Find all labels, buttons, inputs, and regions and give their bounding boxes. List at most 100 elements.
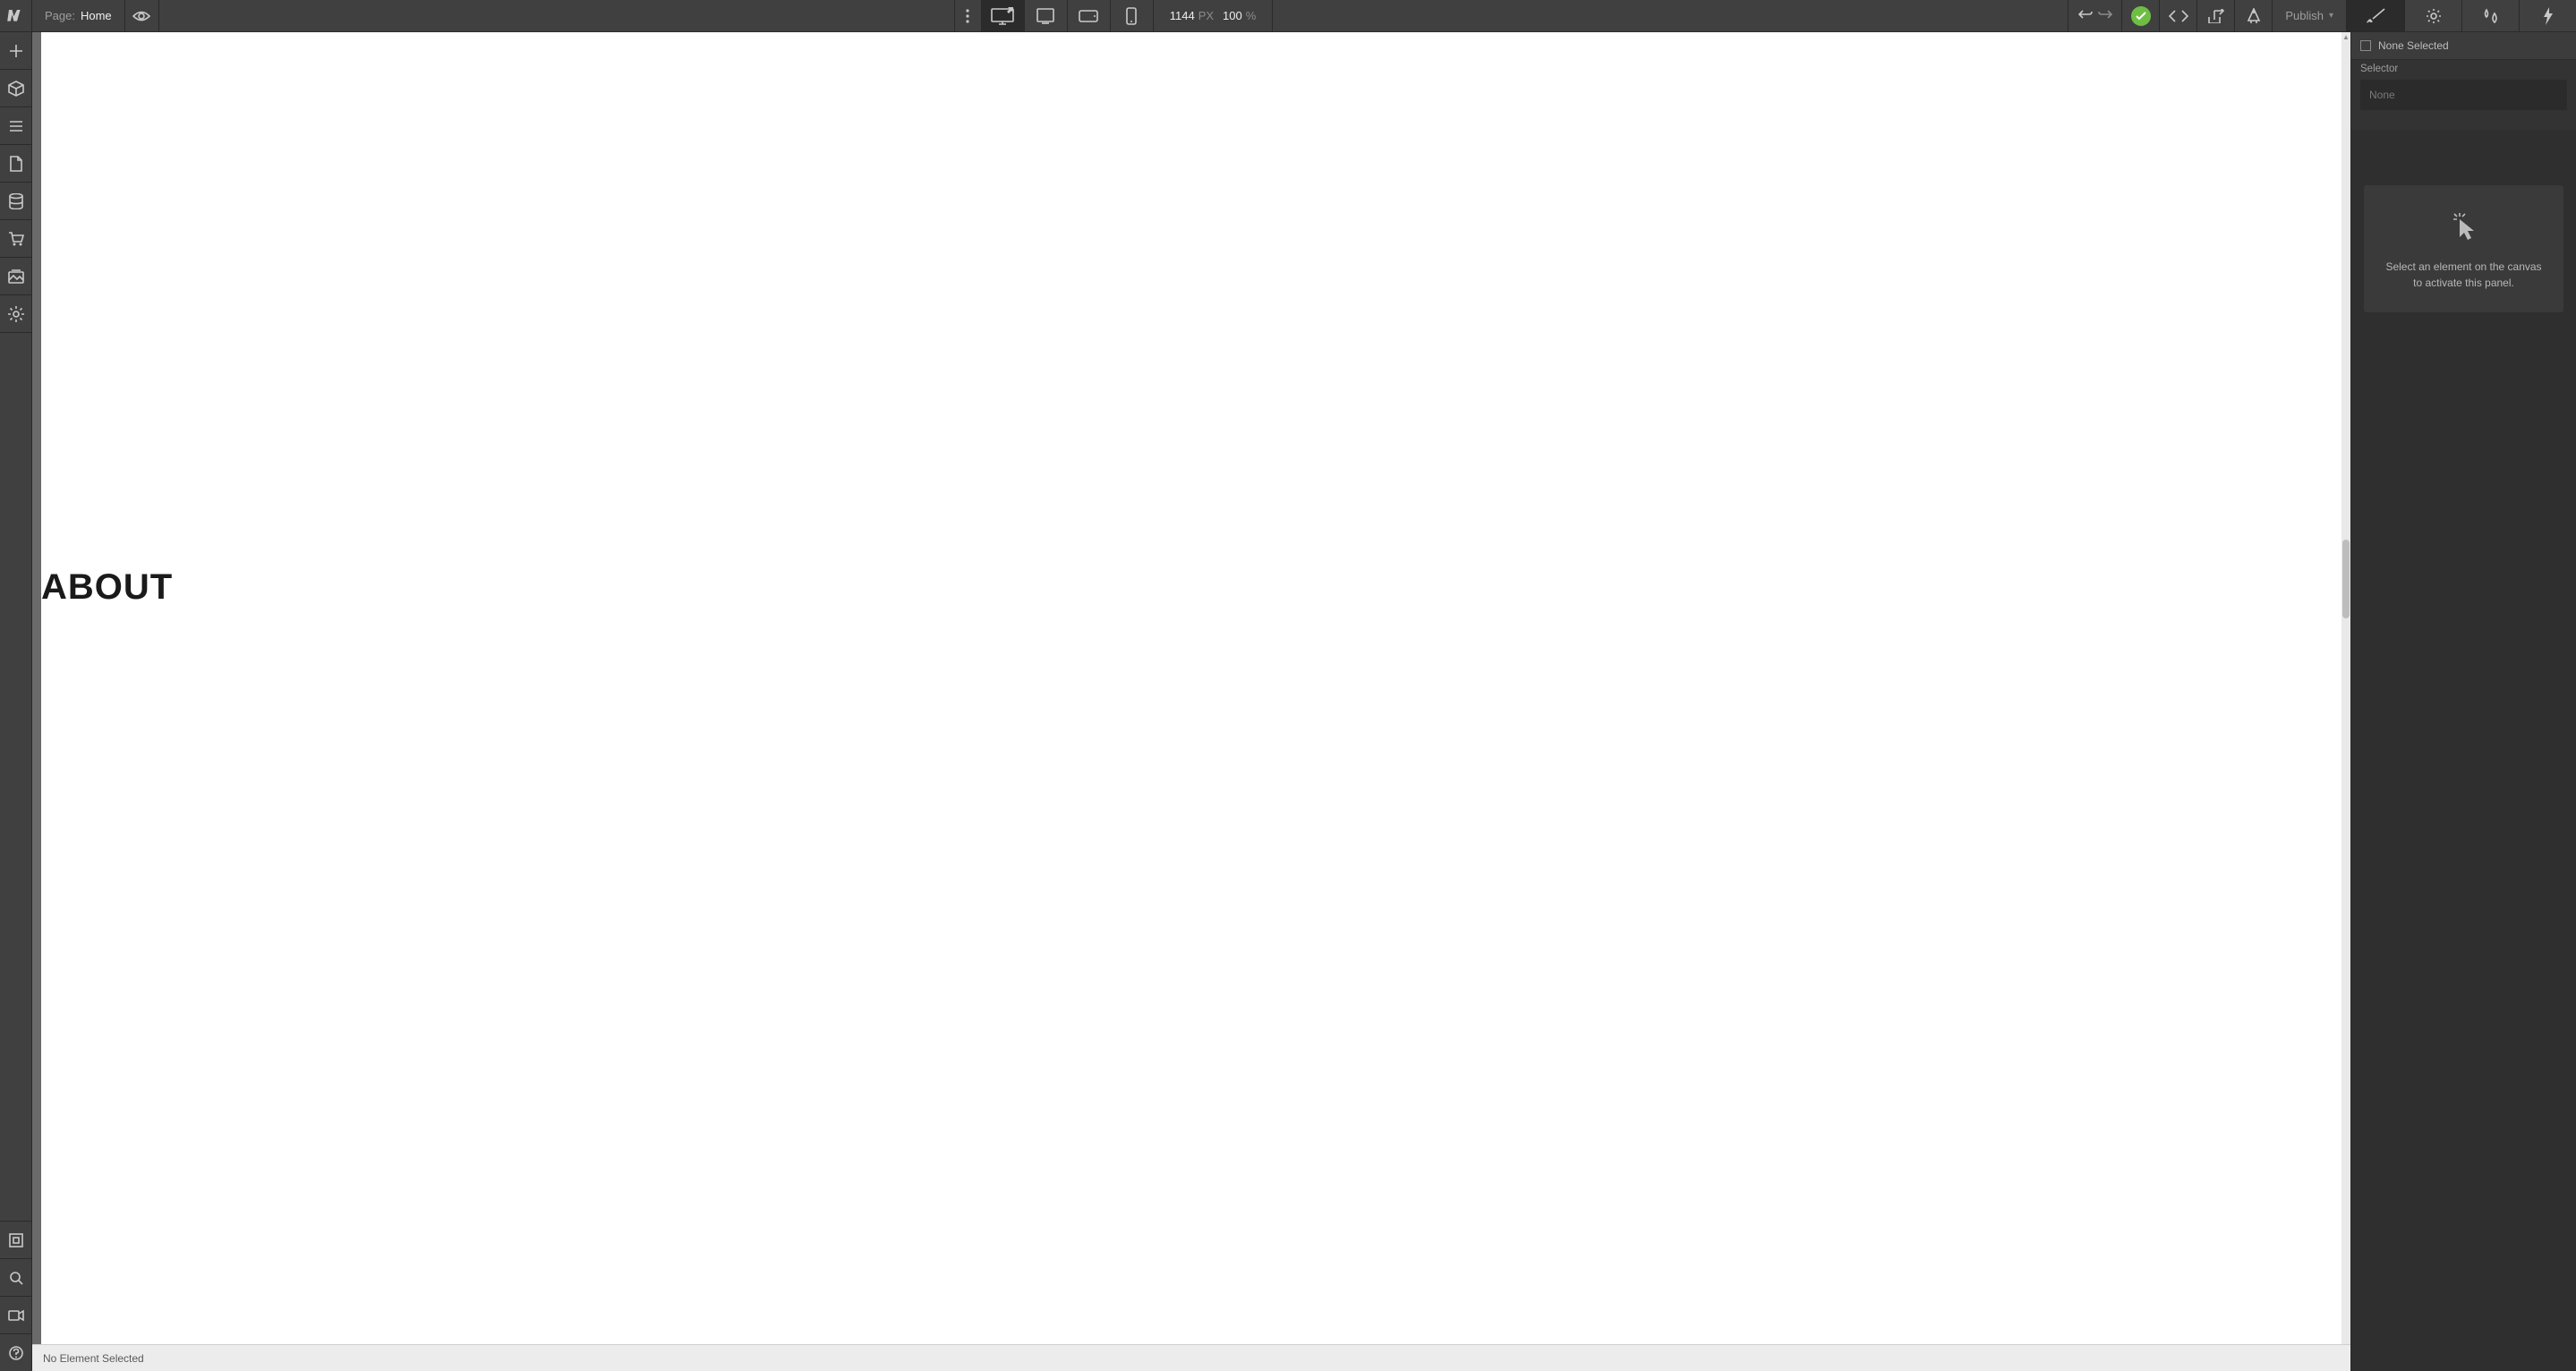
page-name: Home [81, 9, 112, 22]
empty-message-line2: to activate this panel. [2385, 275, 2541, 291]
audit-icon [2246, 8, 2262, 24]
topbar-spacer-left [159, 0, 955, 31]
right-panel-tabs [2347, 0, 2576, 31]
xray-button[interactable] [0, 1221, 31, 1258]
canvas-width-unit: PX [1198, 9, 1214, 22]
cube-icon [8, 81, 24, 97]
project-settings-button[interactable] [0, 295, 31, 333]
selection-status-text: None Selected [2378, 39, 2449, 52]
webflow-logo[interactable] [0, 0, 32, 31]
device-desktop[interactable] [982, 0, 1025, 31]
redo-button[interactable] [2098, 9, 2112, 22]
eye-icon [132, 10, 150, 22]
help-button[interactable] [0, 1333, 31, 1371]
brush-icon [2367, 8, 2386, 24]
navigator-icon [9, 120, 23, 132]
database-icon [9, 193, 23, 209]
about-heading[interactable]: ABOUT [41, 567, 173, 608]
search-icon [9, 1271, 23, 1285]
tab-settings[interactable] [2404, 0, 2461, 31]
gear-icon [2426, 8, 2442, 24]
undo-icon [2078, 9, 2093, 20]
video-icon [8, 1309, 24, 1322]
canvas-width: 1144 [1170, 9, 1195, 22]
device-tablet[interactable] [1025, 0, 1068, 31]
webflow-logo-icon [7, 10, 25, 22]
ecommerce-panel-button[interactable] [0, 220, 31, 258]
canvas-scrollbar[interactable]: ▲ [2341, 32, 2350, 1344]
empty-message-line1: Select an element on the canvas [2385, 259, 2541, 275]
right-panel-body: Select an element on the canvas to activ… [2351, 130, 2576, 1371]
page-label: Page: [45, 9, 75, 22]
phone-landscape-icon [1079, 10, 1098, 22]
device-phone-landscape[interactable] [1068, 0, 1111, 31]
scrollbar-thumb[interactable] [2342, 540, 2350, 618]
audit-button[interactable] [2235, 0, 2273, 31]
more-vertical-icon [966, 9, 969, 23]
assets-panel-button[interactable] [0, 258, 31, 295]
status-indicator[interactable] [2122, 0, 2160, 31]
right-panel: None Selected Selector None Select an el… [2350, 32, 2576, 1371]
desktop-icon [991, 7, 1014, 25]
plus-icon [9, 44, 23, 58]
redo-icon [2098, 9, 2112, 20]
code-button[interactable] [2160, 0, 2197, 31]
cms-panel-button[interactable] [0, 183, 31, 220]
more-button[interactable] [955, 0, 982, 31]
selection-status-icon [2360, 40, 2371, 51]
page-icon [10, 156, 22, 172]
left-sidebar [0, 32, 32, 1371]
navigator-panel-button[interactable] [0, 107, 31, 145]
empty-state: Select an element on the canvas to activ… [2364, 185, 2563, 312]
topbar: Page: Home 1144 PX 100 % [0, 0, 2576, 32]
publish-button[interactable]: Publish ▾ [2273, 0, 2347, 31]
assets-icon [8, 269, 24, 284]
page-canvas[interactable]: ABOUT [41, 32, 2341, 1344]
publish-label: Publish [2285, 9, 2324, 22]
topbar-spacer-right [1273, 0, 2068, 31]
selector-section: Selector None [2351, 60, 2576, 130]
empty-state-message: Select an element on the canvas to activ… [2385, 259, 2541, 291]
export-icon [2208, 9, 2224, 23]
left-sidebar-bottom [0, 1221, 31, 1371]
left-sidebar-spacer [0, 333, 31, 1221]
selector-input[interactable]: None [2360, 80, 2567, 110]
pointer-click-icon [2451, 210, 2478, 241]
device-phone-portrait[interactable] [1111, 0, 1154, 31]
cart-icon [8, 232, 24, 246]
selection-status-row: None Selected [2351, 32, 2576, 60]
phone-portrait-icon [1126, 7, 1137, 25]
tab-style-manager[interactable] [2461, 0, 2519, 31]
selector-label: Selector [2351, 60, 2576, 80]
page-selector[interactable]: Page: Home [32, 0, 125, 31]
scrollbar-up-arrow[interactable]: ▲ [2341, 32, 2350, 41]
bolt-icon [2542, 7, 2555, 25]
canvas-zoom: 100 [1223, 9, 1242, 22]
help-icon [9, 1346, 23, 1360]
breadcrumb-bar: No Element Selected [32, 1344, 2350, 1371]
canvas-zoom-unit: % [1246, 9, 1257, 22]
preview-button[interactable] [125, 0, 159, 31]
add-panel-button[interactable] [0, 32, 31, 70]
tab-style[interactable] [2347, 0, 2404, 31]
tab-interactions[interactable] [2519, 0, 2576, 31]
canvas-viewport[interactable]: ABOUT ▲ [32, 32, 2350, 1344]
video-tutorials-button[interactable] [0, 1296, 31, 1333]
symbols-panel-button[interactable] [0, 70, 31, 107]
undo-button[interactable] [2078, 9, 2093, 22]
breadcrumb-status: No Element Selected [43, 1352, 144, 1365]
undo-redo-group [2068, 0, 2122, 31]
pages-panel-button[interactable] [0, 145, 31, 183]
canvas-area: ABOUT ▲ No Element Selected [32, 32, 2350, 1371]
chevron-down-icon: ▾ [2329, 11, 2333, 21]
xray-icon [9, 1233, 23, 1248]
code-icon [2169, 10, 2188, 22]
status-ok-icon [2131, 6, 2151, 26]
settings-icon [8, 306, 24, 322]
selector-placeholder: None [2369, 89, 2395, 101]
canvas-dimensions[interactable]: 1144 PX 100 % [1154, 0, 1274, 31]
device-switcher [982, 0, 1154, 31]
tablet-icon [1036, 8, 1054, 24]
export-button[interactable] [2197, 0, 2235, 31]
search-button[interactable] [0, 1258, 31, 1296]
